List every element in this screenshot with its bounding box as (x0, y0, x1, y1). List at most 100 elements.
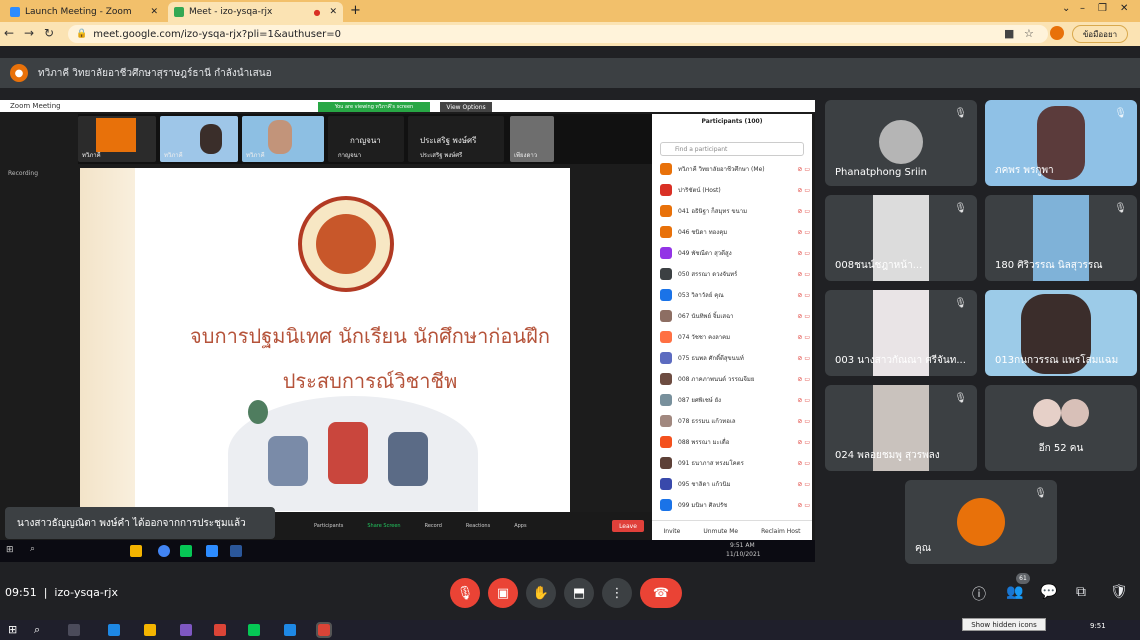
participant-row[interactable]: 053 วิลาวัลย์ คุณ ⊘ ▭ (660, 286, 810, 304)
participant-row[interactable]: 067 นันทิพย์ จิ้มเสฉา ⊘ ▭ (660, 307, 810, 325)
participant-tile[interactable]: 🎙 Phanatphong Sriin (825, 100, 977, 186)
participant-row[interactable]: 091 ธนาภาส ทรงมโคตร ⊘ ▭ (660, 454, 810, 472)
avatar (957, 498, 1005, 546)
windows-start-icon[interactable]: ⊞ (8, 623, 17, 636)
new-tab-icon[interactable]: + (350, 3, 361, 18)
participant-row[interactable]: 008 ภาคภาพนนต์ วรรณจีมย ⊘ ▭ (660, 370, 810, 388)
record-button[interactable]: Record (425, 523, 442, 529)
participant-row[interactable]: 099 มนิษา ศิลปรัช ⊘ ▭ (660, 496, 810, 514)
reload-icon[interactable]: ↻ (44, 26, 54, 40)
participant-row[interactable]: 074 วัชชา คงลาคม ⊘ ▭ (660, 328, 810, 346)
participant-row[interactable]: ทวิภาคี วิทยาลัยอาชีวศึกษา (Me) ⊘ ▭ (660, 160, 810, 178)
mic-off-icon: 🎙 (456, 585, 474, 601)
close-icon[interactable]: ✕ (150, 7, 158, 17)
tab-meet[interactable]: Meet - izo-ysqa-rjx ● ✕ (168, 2, 343, 22)
mic-off-button[interactable]: 🎙 (450, 578, 480, 608)
participant-row[interactable]: 087 ยศพิเชษ์ ยัง ⊘ ▭ (660, 391, 810, 409)
maximize-icon[interactable]: ❐ (1098, 3, 1107, 14)
unmute-me-button[interactable]: Unmute Me (703, 528, 738, 535)
participant-name: 013กนกวรรณ แพรโสมแฉม (995, 355, 1119, 366)
participant-tile[interactable]: 🎙 008ชนน์ชฎาหน้า... (825, 195, 977, 281)
more-participants-tile[interactable]: อีก 52 คน (985, 385, 1137, 471)
url-input[interactable]: 🔒 meet.google.com/izo-ysqa-rjx?pli=1&aut… (68, 25, 1048, 43)
file-explorer-icon[interactable] (144, 624, 156, 636)
camera-off-icon: ▣ (496, 585, 510, 601)
search-icon[interactable]: ⌕ (34, 623, 40, 637)
participant-row[interactable]: ปาริชัตน์ (Host) ⊘ ▭ (660, 181, 810, 199)
more-options-button[interactable]: ⋮ (602, 578, 632, 608)
participant-search-input[interactable]: Find a participant (660, 142, 804, 156)
invite-button[interactable]: Invite (664, 528, 681, 535)
participant-row[interactable]: 095 ชาลิดา แก้วนิม ⊘ ▭ (660, 475, 810, 493)
chrome-icon[interactable] (214, 624, 226, 636)
avatar (660, 373, 672, 385)
camera-off-button[interactable]: ▣ (488, 578, 518, 608)
view-options-button[interactable]: View Options (440, 102, 492, 112)
participant-name: Phanatphong Sriin (835, 167, 927, 178)
tab-zoom[interactable]: Launch Meeting - Zoom ✕ (4, 2, 164, 22)
participant-row[interactable]: 050 สรรณา ดวงจันทร์ ⊘ ▭ (660, 265, 810, 283)
thumbnail-name: ประเสริฐ พงษ์ศรี (420, 136, 477, 145)
avatar (660, 226, 672, 238)
profile-button[interactable]: ข้อมืออยา (1072, 25, 1128, 43)
thumbnail-label: กาญจนา (338, 152, 362, 159)
participant-name: 095 ชาลิดา แก้วนิม (678, 481, 731, 488)
mute-status-icon: ⊘ ▭ (797, 501, 810, 509)
avatar[interactable] (1050, 26, 1064, 40)
participant-name: ปาริชัตน์ (Host) (678, 187, 721, 194)
participant-tile[interactable]: 🎙 180 ศิริวรรณ นิลสุวรรณ (985, 195, 1137, 281)
line-app-icon[interactable] (248, 624, 260, 636)
raise-hand-button[interactable]: ✋ (526, 578, 556, 608)
bookmark-star-icon[interactable]: ☆ (1024, 27, 1034, 40)
forward-icon[interactable]: → (24, 26, 34, 40)
self-tile[interactable]: 🎙 คุณ (905, 480, 1057, 564)
address-bar: ← → ↻ 🔒 meet.google.com/izo-ysqa-rjx?pli… (0, 22, 1140, 46)
word-app-icon (230, 545, 242, 557)
participant-tile[interactable]: 🎙 003 นางสาวกัณณา ศรีจันท... (825, 290, 977, 376)
participant-row[interactable]: 046 ชนิดา ทองคุม ⊘ ▭ (660, 223, 810, 241)
participant-name: 003 นางสาวกัณณา ศรีจันท... (835, 355, 966, 366)
present-button[interactable]: ⬒ (564, 578, 594, 608)
participant-name: 024 พลอยชมพู สุวรพลง (835, 450, 940, 461)
edge-icon[interactable] (108, 624, 120, 636)
close-window-icon[interactable]: ✕ (1120, 3, 1128, 14)
chrome-active-icon[interactable] (316, 622, 332, 638)
participants-button[interactable]: Participants (314, 523, 343, 529)
participant-row[interactable]: 078 ธรรมน แก้วทอเล ⊘ ▭ (660, 412, 810, 430)
avatar (660, 436, 672, 448)
participant-tile[interactable]: 013กนกวรรณ แพรโสมแฉม (985, 290, 1137, 376)
back-icon[interactable]: ← (4, 26, 14, 40)
chat-icon[interactable]: 💬 (1040, 584, 1057, 600)
participant-row[interactable]: 088 พรรณา มะเดื่อ ⊘ ▭ (660, 433, 810, 451)
camera-indicator-icon[interactable]: ■ (1004, 27, 1014, 40)
host-controls-icon[interactable]: 🛡 (1110, 584, 1128, 600)
people-icon[interactable]: 👥 (1006, 584, 1023, 600)
chevron-down-icon[interactable]: ⌄ (1062, 3, 1070, 14)
store-icon[interactable] (180, 624, 192, 636)
avatar (96, 118, 136, 152)
mute-status-icon: ⊘ ▭ (797, 333, 810, 341)
task-view-icon[interactable] (68, 624, 80, 636)
thumbnail: กาญจนา กาญจนา (328, 116, 404, 162)
participant-name: 049 พัชณีดา สุวดีสูง (678, 250, 732, 257)
info-icon[interactable]: ⓘ (972, 584, 986, 604)
apps-button[interactable]: Apps (514, 523, 526, 529)
reactions-button[interactable]: Reactions (466, 523, 490, 529)
participant-row[interactable]: 075 ธนพล ศักดิ์ดีสุขนนท์ ⊘ ▭ (660, 349, 810, 367)
reclaim-host-button[interactable]: Reclaim Host (761, 528, 800, 535)
activities-icon[interactable]: ⧉ (1076, 584, 1086, 600)
tab-title: Launch Meeting - Zoom (25, 7, 132, 17)
leave-call-button[interactable]: ☎ (640, 578, 682, 608)
windows-app-icon[interactable] (284, 624, 296, 636)
participant-tile[interactable]: 🎙 ภคพร พรกูพา (985, 100, 1137, 186)
minimize-icon[interactable]: – (1080, 3, 1085, 14)
avatar (660, 163, 672, 175)
close-icon[interactable]: ✕ (329, 7, 337, 17)
participant-row[interactable]: 049 พัชณีดา สุวดีสูง ⊘ ▭ (660, 244, 810, 262)
show-hidden-icons-tooltip: Show hidden icons (962, 618, 1046, 631)
participant-row[interactable]: 041 อธิษิฐา ก็สมุทร ขนาม ⊘ ▭ (660, 202, 810, 220)
share-screen-button[interactable]: Share Screen (367, 523, 400, 529)
leave-button[interactable]: Leave (612, 520, 644, 532)
shared-taskbar: ⊞ ⌕ 9:51 AM 11/10/2021 (0, 540, 815, 562)
participant-tile[interactable]: 🎙 024 พลอยชมพู สุวรพลง (825, 385, 977, 471)
